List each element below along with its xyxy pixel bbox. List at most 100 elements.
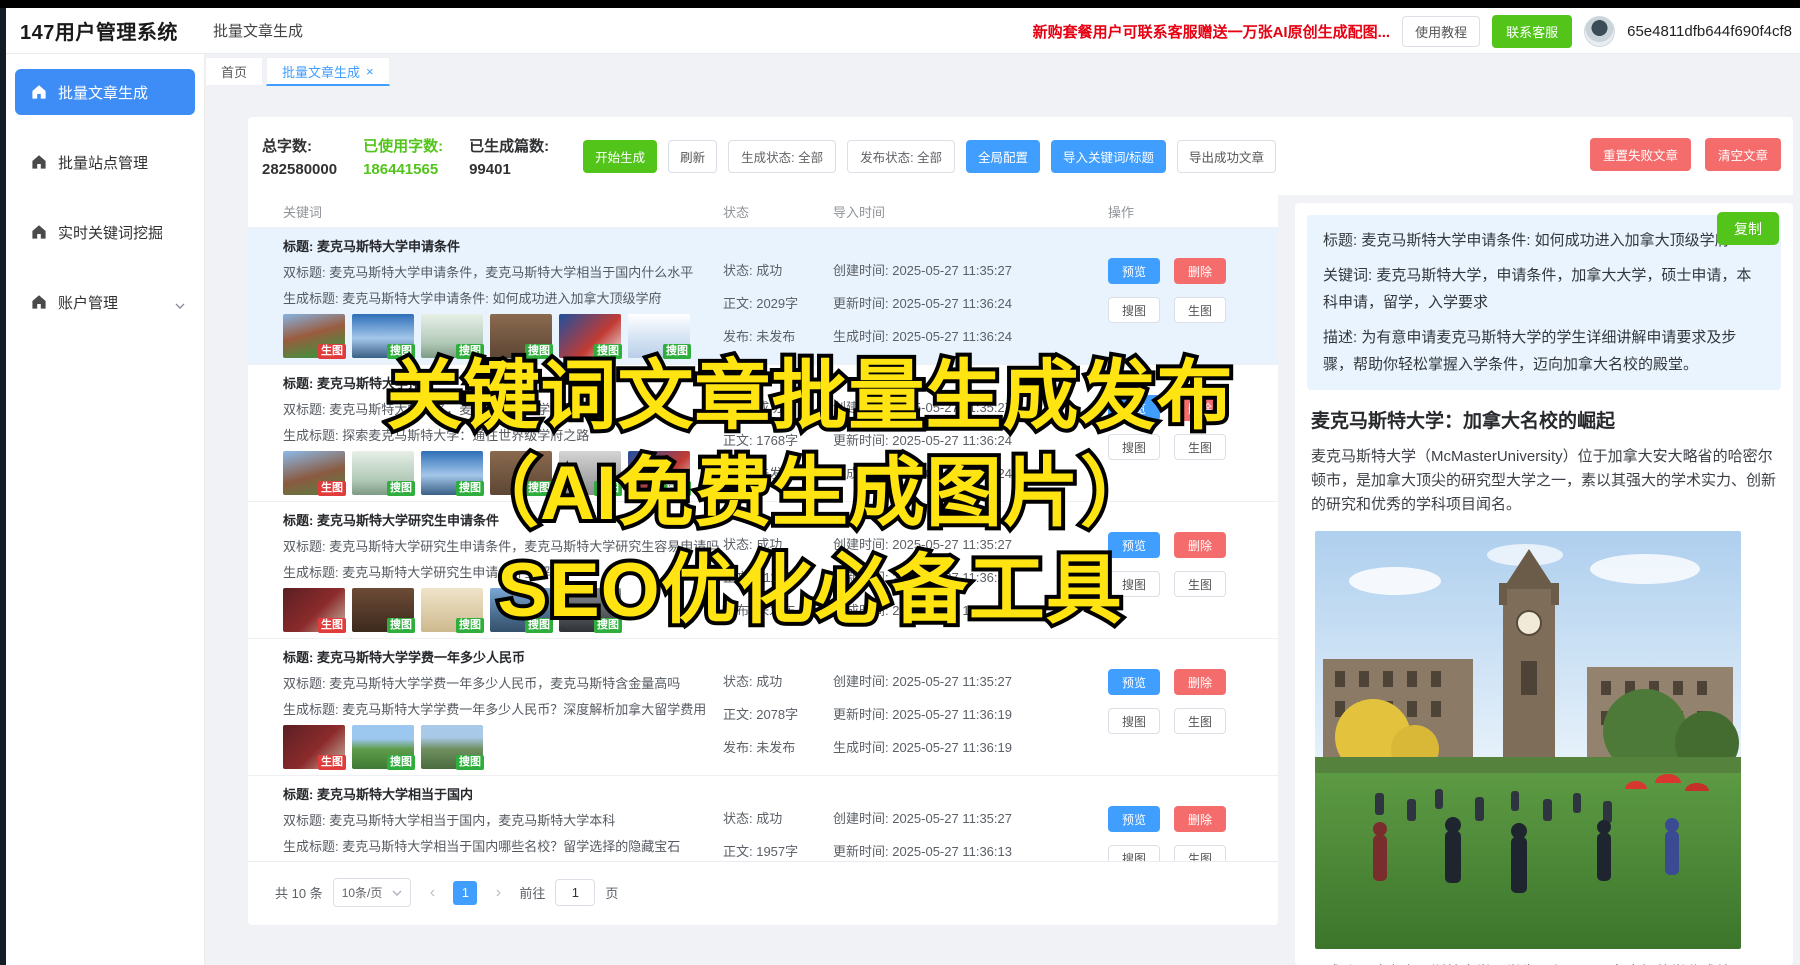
goto-page-input[interactable] (555, 879, 595, 906)
tab-label: 批量文章生成 (282, 62, 360, 81)
article-thumbnail[interactable]: 生图 (283, 725, 345, 769)
time-line: 创建时间: 2025-05-27 11:35:27 (833, 528, 1108, 561)
contact-support-button[interactable]: 联系客服 (1492, 15, 1572, 48)
search-image-button[interactable]: 搜图 (1108, 297, 1160, 323)
sidebar: 批量文章生成批量站点管理实时关键词挖掘账户管理 (6, 54, 205, 965)
time-cell: 创建时间: 2025-05-27 11:35:27更新时间: 2025-05-2… (833, 502, 1108, 638)
search-image-button[interactable]: 搜图 (1108, 708, 1160, 734)
article-thumbnail[interactable]: 搜图 (559, 588, 621, 632)
toolbar-band: 总字数: 282580000 已使用字数: 186441565 已生成篇数: 9… (248, 117, 1793, 195)
status-line: 状态: 成功 (723, 254, 833, 287)
export-articles-button[interactable]: 导出成功文章 (1177, 140, 1276, 173)
thumbnail-badge: 搜图 (387, 344, 415, 359)
article-thumbnail[interactable]: 搜图 (352, 725, 414, 769)
time-line: 生成时间: 2025-05-27 11:36:21 (833, 594, 1108, 627)
delete-button[interactable]: 删除 (1174, 669, 1226, 695)
publish-status-filter[interactable]: 发布状态: 全部 (847, 140, 955, 173)
keyword-cell: 标题: 麦克马斯特大学排名双标题: 麦克马斯特大学排名，麦克马斯特大学世界排名生… (248, 365, 723, 501)
sidebar-item-1[interactable]: 批量站点管理 (15, 139, 195, 185)
detail-panel: 复制 标题: 麦克马斯特大学申请条件: 如何成功进入加拿大顶级学府关键词: 麦克… (1295, 203, 1793, 965)
search-image-button[interactable]: 搜图 (1108, 571, 1160, 597)
article-subtitle: 双标题: 麦克马斯特大学研究生申请条件，麦克马斯特大学研究生容易申请吗 (283, 534, 723, 560)
close-icon[interactable]: × (366, 64, 374, 79)
row-actions: 预览删除搜图生图 (1108, 639, 1226, 775)
delete-button[interactable]: 删除 (1174, 395, 1226, 421)
article-thumbnail[interactable]: 搜图 (421, 588, 483, 632)
table-row-0[interactable]: 标题: 麦克马斯特大学申请条件双标题: 麦克马斯特大学申请条件，麦克马斯特大学相… (248, 228, 1278, 365)
article-thumbnail[interactable]: 搜图 (352, 314, 414, 358)
thumbnail-badge: 搜图 (594, 481, 622, 496)
danger-buttons: 重置失败文章 清空文章 (1590, 138, 1781, 171)
user-id: 65e4811dfb644f690f4cf8 (1627, 23, 1792, 40)
prev-page-button[interactable]: ‹ (421, 881, 443, 905)
user-avatar-icon[interactable] (1584, 16, 1615, 47)
sidebar-item-0[interactable]: 批量文章生成 (15, 69, 195, 115)
article-thumbnail[interactable]: 搜图 (559, 451, 621, 495)
row-actions: 预览删除搜图生图 (1108, 365, 1226, 501)
generate-image-button[interactable]: 生图 (1174, 708, 1226, 734)
import-keywords-button[interactable]: 导入关键词/标题 (1051, 140, 1166, 173)
table-row-1[interactable]: 标题: 麦克马斯特大学排名双标题: 麦克马斯特大学排名，麦克马斯特大学世界排名生… (248, 365, 1278, 502)
global-config-button[interactable]: 全局配置 (966, 140, 1040, 173)
tab-1[interactable]: 批量文章生成 × (266, 57, 390, 86)
next-page-button[interactable]: › (487, 881, 509, 905)
sidebar-item-3[interactable]: 账户管理 (15, 279, 195, 325)
generate-image-button[interactable]: 生图 (1174, 434, 1226, 460)
page-size-select[interactable]: 10条/页 (333, 878, 412, 907)
table-rows: 标题: 麦克马斯特大学申请条件双标题: 麦克马斯特大学申请条件，麦克马斯特大学相… (248, 228, 1278, 862)
article-table-card: 关键词 状态 导入时间 操作 标题: 麦克马斯特大学申请条件双标题: 麦克马斯特… (248, 195, 1278, 925)
article-thumbnail[interactable]: 生图 (283, 314, 345, 358)
thumbnail-badge: 生图 (318, 618, 346, 633)
generate-image-button[interactable]: 生图 (1174, 297, 1226, 323)
page-number-button[interactable]: 1 (453, 881, 477, 905)
table-row-2[interactable]: 标题: 麦克马斯特大学研究生申请条件双标题: 麦克马斯特大学研究生申请条件，麦克… (248, 502, 1278, 639)
sidebar-item-2[interactable]: 实时关键词挖掘 (15, 209, 195, 255)
article-thumbnail[interactable]: 搜图 (352, 588, 414, 632)
keyword-cell: 标题: 麦克马斯特大学学费一年多少人民币双标题: 麦克马斯特大学学费一年多少人民… (248, 639, 723, 775)
delete-button[interactable]: 删除 (1174, 806, 1226, 832)
article-thumbnail[interactable]: 搜图 (421, 451, 483, 495)
stat-used-words: 已使用字数: 186441565 (363, 135, 443, 178)
article-thumbnail[interactable]: 搜图 (490, 588, 552, 632)
article-thumbnail[interactable]: 搜图 (352, 451, 414, 495)
article-thumbnail[interactable]: 搜图 (421, 314, 483, 358)
delete-button[interactable]: 删除 (1174, 258, 1226, 284)
refresh-button[interactable]: 刷新 (668, 140, 717, 173)
article-thumbnail[interactable]: 搜图 (628, 451, 690, 495)
tutorial-button[interactable]: 使用教程 (1402, 16, 1480, 47)
clear-articles-button[interactable]: 清空文章 (1705, 138, 1781, 171)
article-thumbnail[interactable]: 搜图 (628, 314, 690, 358)
article-subtitle: 生成标题: 麦克马斯特大学研究生申请条件全解析 (283, 560, 723, 586)
search-image-button[interactable]: 搜图 (1108, 434, 1160, 460)
article-thumbnail[interactable]: 搜图 (559, 314, 621, 358)
article-thumbnail[interactable]: 生图 (283, 451, 345, 495)
promo-notice[interactable]: 新购套餐用户可联系客服赠送一万张AI原创生成配图... (1033, 21, 1391, 42)
generate-image-button[interactable]: 生图 (1174, 845, 1226, 862)
generate-image-button[interactable]: 生图 (1174, 571, 1226, 597)
stat-label: 已生成篇数: (469, 135, 549, 156)
generate-status-filter[interactable]: 生成状态: 全部 (728, 140, 836, 173)
article-thumbnail[interactable]: 搜图 (421, 725, 483, 769)
status-line: 正文: 2078字 (723, 698, 833, 731)
article-subtitle: 生成标题: 麦克马斯特大学申请条件: 如何成功进入加拿大顶级学府 (283, 286, 723, 312)
article-thumbnail[interactable]: 生图 (283, 588, 345, 632)
search-image-button[interactable]: 搜图 (1108, 845, 1160, 862)
start-generate-button[interactable]: 开始生成 (583, 140, 657, 173)
reset-failed-button[interactable]: 重置失败文章 (1590, 138, 1691, 171)
preview-button[interactable]: 预览 (1108, 806, 1160, 832)
tab-0[interactable]: 首页 (205, 57, 263, 86)
delete-button[interactable]: 删除 (1174, 532, 1226, 558)
preview-button[interactable]: 预览 (1108, 258, 1160, 284)
preview-button[interactable]: 预览 (1108, 532, 1160, 558)
row-actions: 预览删除搜图生图 (1108, 502, 1226, 638)
preview-button[interactable]: 预览 (1108, 395, 1160, 421)
copy-button[interactable]: 复制 (1717, 212, 1779, 245)
table-row-3[interactable]: 标题: 麦克马斯特大学学费一年多少人民币双标题: 麦克马斯特大学学费一年多少人民… (248, 639, 1278, 776)
article-thumbnail[interactable]: 搜图 (490, 314, 552, 358)
thumbnail-badge: 搜图 (456, 344, 484, 359)
table-row-4[interactable]: 标题: 麦克马斯特大学相当于国内双标题: 麦克马斯特大学相当于国内，麦克马斯特大… (248, 776, 1278, 862)
preview-button[interactable]: 预览 (1108, 669, 1160, 695)
article-thumbnail[interactable]: 搜图 (490, 451, 552, 495)
thumbnail-strip: 生图搜图搜图搜图搜图搜图 (283, 451, 723, 495)
time-line: 生成时间: 2025-05-27 11:36:24 (833, 320, 1108, 353)
